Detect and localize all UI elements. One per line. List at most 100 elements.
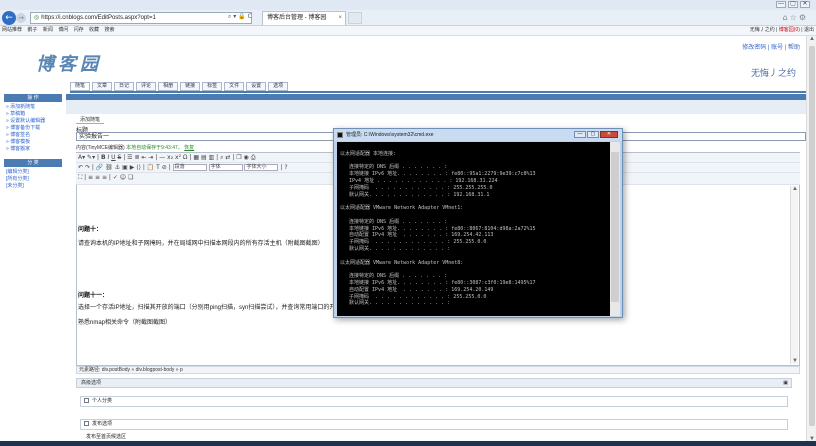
sidebar-item-all-categories[interactable]: [所有分类] [4,176,62,183]
superscript-icon[interactable]: x² [175,154,181,161]
template-icon[interactable]: ❏ [128,174,133,181]
italic-icon[interactable]: I [107,154,109,161]
paste-icon[interactable]: 📋 [147,164,154,171]
code-icon[interactable]: ⟨⟩ [136,164,141,171]
account-links[interactable]: 修改密码 | 账号 | 帮助 [742,42,800,51]
replace-icon[interactable]: ⇄ [225,154,230,161]
omega-icon[interactable]: Ω [183,154,188,161]
close-tab-icon[interactable]: × [338,12,342,25]
tab-blog-admin[interactable]: 博客后台管理 - 博客园 × [262,11,346,25]
sidebar-item-drafts[interactable]: » 草稿箱 [4,111,62,118]
star-icon[interactable]: ☆ [790,13,799,22]
cmd-output[interactable]: 以太网适配器 本地连接: 连接特定的 DNS 后缀 . . . . . . . … [337,142,610,316]
fav-item[interactable]: 网站推荐 [2,27,22,33]
gear-icon[interactable]: ⚙ [799,13,808,22]
sidebar-item-default-editor[interactable]: » 设置默认编辑器 [4,118,62,125]
toggle-icon[interactable] [84,398,89,404]
scroll-thumb[interactable] [611,152,619,302]
restore-link[interactable]: 恢复 [184,145,194,151]
link-icon[interactable]: 🔗 [96,164,103,171]
scroll-thumb[interactable] [809,46,815,426]
address-bar[interactable]: ◎ https://i.cnblogs.com/EditPosts.aspx?op… [30,12,252,24]
menu-item-comments[interactable]: 评论 [136,82,157,91]
menu-item-diary[interactable]: 日记 [114,82,135,91]
unlink-icon[interactable]: ⛓ [105,164,113,171]
address-tools[interactable]: ⌕ ▾ 🔒 C [228,13,252,21]
page-scrollbar[interactable]: ▲ ▼ [806,36,816,442]
menu-item-posts[interactable]: 随笔 [70,82,91,91]
scroll-down-icon[interactable]: ▼ [791,358,799,364]
menu-item-albums[interactable]: 相册 [158,82,179,91]
cmd-scrollbar[interactable] [610,142,620,316]
help-icon[interactable]: ? [284,164,287,171]
maximize-button[interactable]: ▢ [788,1,798,8]
table-icon[interactable]: ▦ [193,154,199,161]
close-window-button[interactable]: ✕ [800,1,810,8]
align-right-icon[interactable]: ≡ [102,174,107,181]
minimize-button[interactable]: — [776,1,786,8]
fav-item[interactable]: 闪存 [74,27,84,33]
subscript-icon[interactable]: x₂ [167,154,173,161]
expand-icon[interactable]: ▣ [783,379,788,387]
hr-icon[interactable]: — [159,154,165,161]
find-icon[interactable]: ⌕ [220,154,223,161]
print-icon[interactable]: ⎙ [251,154,256,161]
scroll-up-icon[interactable]: ▲ [791,186,799,192]
list-icon[interactable]: ☰ [127,154,132,161]
sidebar-item-backup[interactable]: » 博客备份下载 [4,125,62,132]
menu-item-options[interactable]: 选项 [268,82,289,91]
logout-link[interactable]: 退出 [804,27,814,33]
menu-item-tags[interactable]: 标签 [202,82,223,91]
clear-format-icon[interactable]: ⊘ [162,164,167,171]
sidebar-item-move[interactable]: » 博客搬家 [4,146,62,153]
maximize-button[interactable]: ▢ [587,131,599,138]
home-icon[interactable]: ⌂ [783,13,790,22]
sidebar-item-signature[interactable]: » 博客签名 [4,132,62,139]
sidebar-item-uncategorized[interactable]: [未分类] [4,183,62,190]
sidebar-item-edit-category[interactable]: [编辑分类] [4,169,62,176]
personal-category-panel[interactable]: 个人分类 [80,396,788,407]
numbered-list-icon[interactable]: ≣ [134,154,139,161]
menu-item-settings[interactable]: 设置 [246,82,267,91]
strikethrough-icon[interactable]: S [117,154,121,161]
minimize-button[interactable]: — [574,131,586,138]
editor-scrollbar[interactable]: ▲ ▼ [790,186,798,364]
redo-icon[interactable]: ↷ [85,164,90,171]
anchor-icon[interactable]: ⚓ [115,164,120,171]
paragraph-select[interactable]: 段落 [172,164,207,171]
image-icon[interactable]: ▣ [122,164,128,171]
advanced-options-header[interactable]: 高级选项 ▣ [76,378,792,388]
browser-toolbar-icons[interactable]: ⌂☆⚙ [783,13,808,22]
blog-count-link[interactable]: 博客园(0) [779,27,800,33]
grid2-icon[interactable]: ▥ [209,154,215,161]
menu-item-files[interactable]: 文件 [224,82,245,91]
sidebar-item-template[interactable]: » 博客模板 [4,139,62,146]
back-arrow-icon[interactable]: ← [2,11,16,25]
undo-icon[interactable]: ↶ [78,164,83,171]
underline-icon[interactable]: U [111,154,115,161]
spell-icon[interactable]: ✓ [113,174,118,181]
fav-item[interactable]: 鹅子 [27,27,37,33]
highlight-icon[interactable]: ✎▾ [87,154,95,161]
fav-item[interactable]: 收藏 [89,27,99,33]
new-tab-button[interactable] [348,12,362,24]
font-color-icon[interactable]: A▾ [78,154,85,161]
fav-item[interactable]: 博问 [58,27,68,33]
media-icon[interactable]: ▶ [130,164,135,171]
align-left-icon[interactable]: ≡ [88,174,93,181]
bold-icon[interactable]: B [101,154,106,161]
menu-item-links[interactable]: 链接 [180,82,201,91]
homepage-candidate-option[interactable]: 发布至首页候选区 [86,433,126,440]
align-center-icon[interactable]: ≡ [95,174,100,181]
font-select[interactable]: 字体 [208,164,243,171]
sidebar-item-new-post[interactable]: » 添加新随笔 [4,104,62,111]
close-button[interactable]: ✕ [600,131,618,138]
preview-icon[interactable]: ◉ [244,154,249,161]
user-name-link[interactable]: 无悔丿之约 [750,27,775,33]
scroll-up-icon[interactable]: ▲ [807,36,816,42]
toggle-icon[interactable] [84,421,89,427]
menu-item-articles[interactable]: 文章 [92,82,113,91]
blog-name[interactable]: 无悔丿之约 [751,66,796,79]
forward-arrow-icon[interactable]: → [16,13,26,23]
fav-item[interactable]: 搜索 [104,27,114,33]
